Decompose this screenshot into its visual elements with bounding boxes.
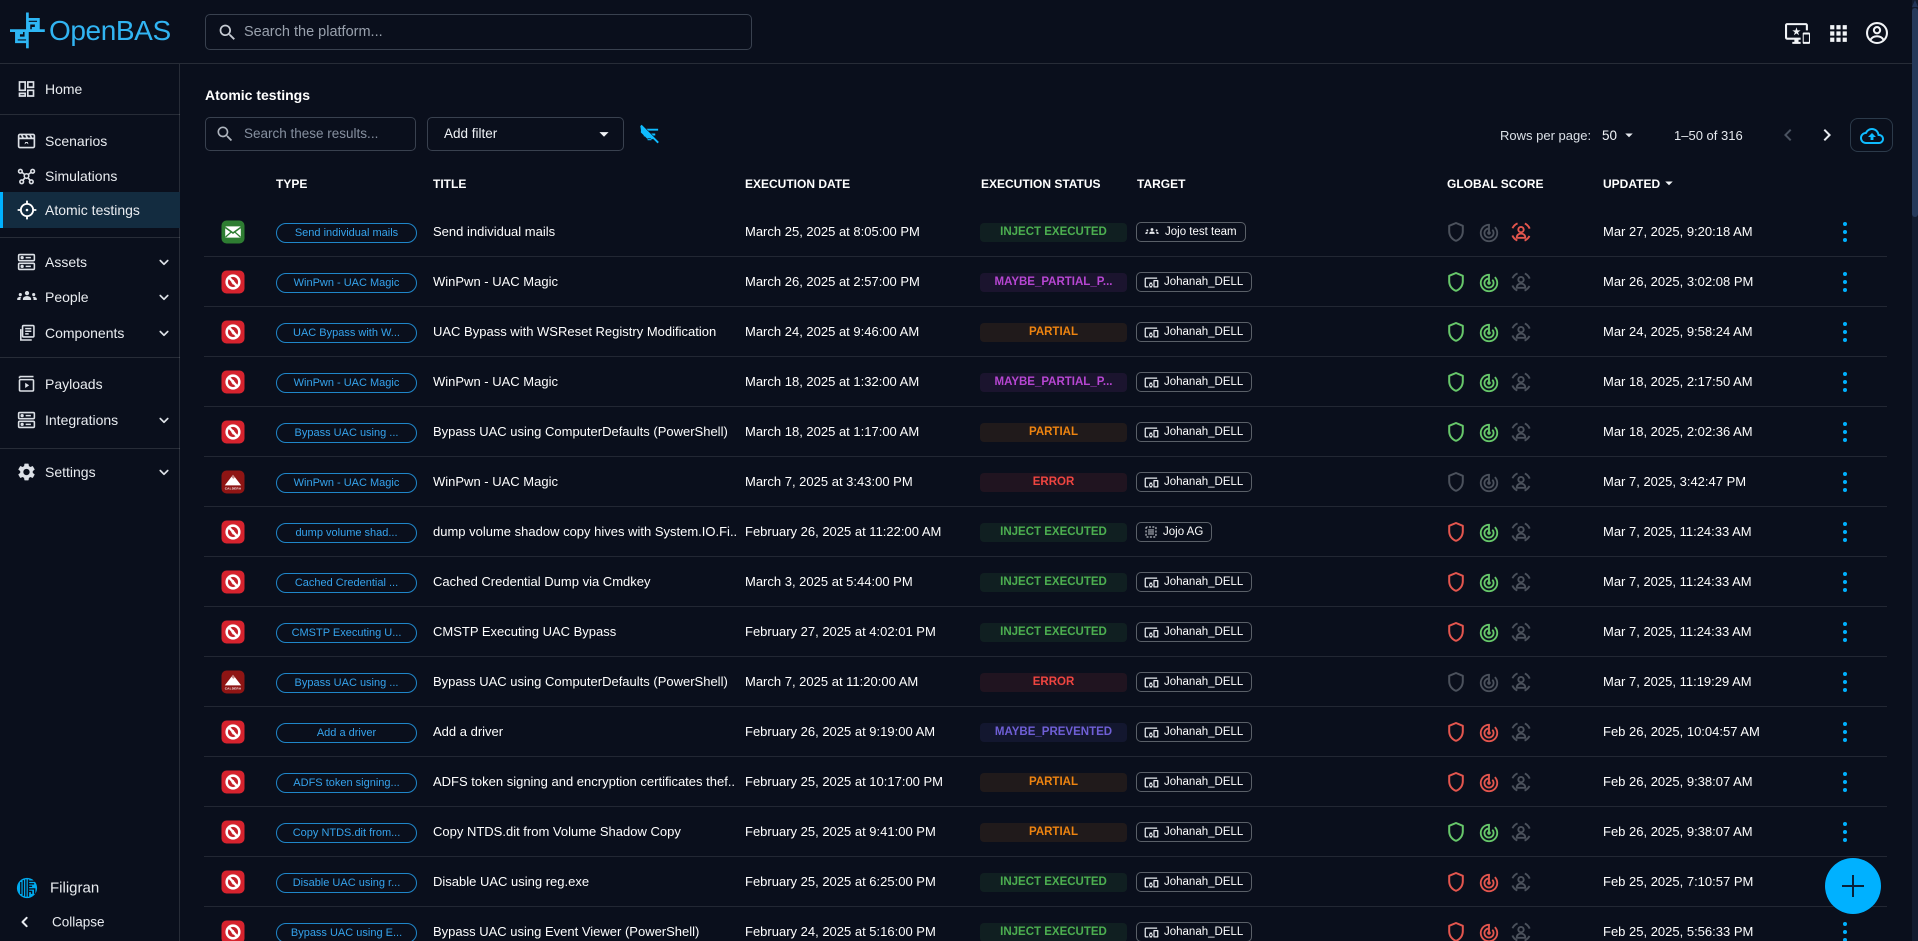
svg-text:CALDERA: CALDERA: [225, 487, 242, 491]
svg-text:CALDERA: CALDERA: [225, 687, 242, 691]
